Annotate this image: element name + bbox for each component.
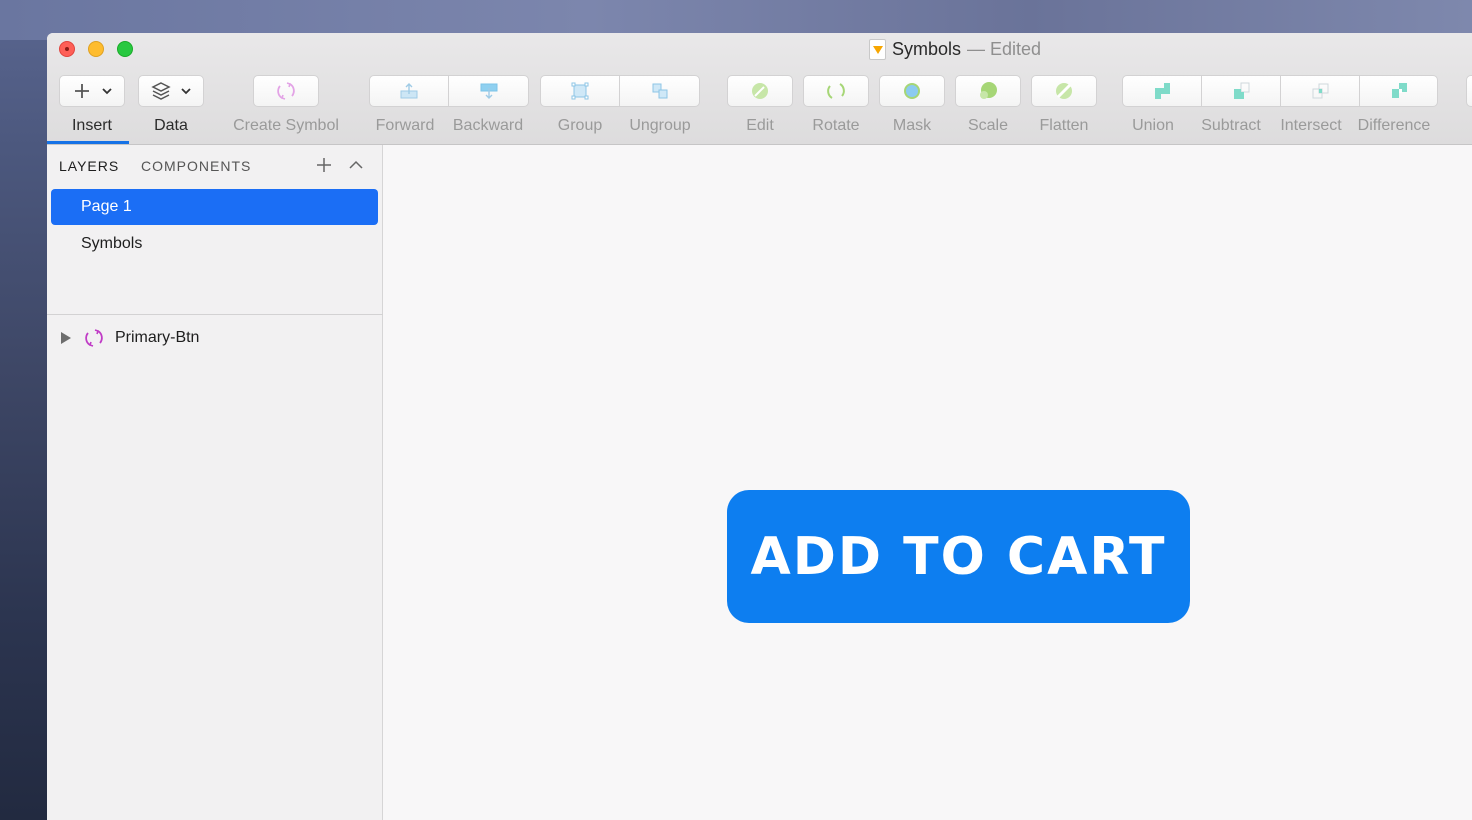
group-label: Group bbox=[557, 117, 603, 134]
intersect-label: Intersect bbox=[1280, 117, 1342, 134]
overflow-tool[interactable] bbox=[1466, 75, 1472, 145]
forward-button[interactable] bbox=[369, 75, 449, 107]
edit-button[interactable] bbox=[727, 75, 793, 107]
intersect-button[interactable] bbox=[1280, 75, 1360, 107]
document-name: Symbols bbox=[892, 38, 962, 59]
insert-button[interactable] bbox=[59, 75, 125, 107]
difference-label: Difference bbox=[1357, 117, 1431, 134]
boolean-tools: Union Subtract Intersect Difference bbox=[1122, 75, 1438, 145]
ungroup-icon bbox=[652, 83, 667, 99]
symbol-icon bbox=[85, 329, 103, 347]
mask-label: Mask bbox=[892, 117, 932, 134]
scale-icon bbox=[980, 82, 997, 99]
overflow-button[interactable] bbox=[1466, 75, 1472, 107]
union-icon bbox=[1155, 83, 1170, 99]
layers-sidebar: LAYERS COMPONENTS Page 1 Symbols Primary… bbox=[47, 145, 383, 820]
symbol-icon bbox=[277, 82, 295, 100]
insert-active-indicator bbox=[47, 141, 129, 144]
add-to-cart-text: ADD TO CART bbox=[750, 526, 1167, 587]
edit-tool[interactable]: Edit bbox=[727, 75, 793, 145]
create-symbol-button[interactable] bbox=[253, 75, 319, 107]
tab-components[interactable]: COMPONENTS bbox=[141, 158, 251, 174]
scale-label: Scale bbox=[967, 117, 1009, 134]
mask-tool[interactable]: Mask bbox=[879, 75, 945, 145]
backward-label: Backward bbox=[452, 117, 524, 134]
create-symbol-tool[interactable]: Create Symbol bbox=[229, 75, 343, 145]
data-tool[interactable]: Data bbox=[138, 75, 204, 145]
app-window: Symbols — Edited Insert Data Create Symb… bbox=[47, 33, 1472, 820]
rotate-button[interactable] bbox=[803, 75, 869, 107]
subtract-label: Subtract bbox=[1201, 117, 1261, 134]
flatten-label: Flatten bbox=[1039, 117, 1089, 134]
subtract-icon bbox=[1234, 82, 1250, 99]
ungroup-label: Ungroup bbox=[629, 117, 691, 134]
tab-layers[interactable]: LAYERS bbox=[59, 158, 119, 174]
data-label: Data bbox=[154, 117, 188, 134]
sketch-document-icon bbox=[869, 38, 886, 60]
difference-icon bbox=[1391, 83, 1407, 98]
subtract-button[interactable] bbox=[1201, 75, 1281, 107]
intersect-icon bbox=[1312, 83, 1329, 99]
edit-path-icon bbox=[752, 83, 768, 99]
data-button[interactable] bbox=[138, 75, 204, 107]
design-canvas[interactable]: ADD TO CART bbox=[383, 145, 1472, 820]
chevron-down-icon bbox=[102, 88, 112, 95]
add-page-icon[interactable] bbox=[314, 155, 334, 175]
scale-button[interactable] bbox=[955, 75, 1021, 107]
close-window-button[interactable] bbox=[59, 41, 75, 57]
rotate-tool[interactable]: Rotate bbox=[803, 75, 869, 145]
rotate-icon bbox=[827, 83, 845, 99]
scale-tool[interactable]: Scale bbox=[955, 75, 1021, 145]
page-item-page-1[interactable]: Page 1 bbox=[51, 189, 378, 225]
insert-label: Insert bbox=[71, 117, 112, 134]
union-button[interactable] bbox=[1122, 75, 1202, 107]
plus-icon bbox=[75, 84, 89, 98]
flatten-icon bbox=[1056, 83, 1072, 99]
edit-label: Edit bbox=[746, 117, 774, 134]
minimize-window-button[interactable] bbox=[88, 41, 104, 57]
add-to-cart-symbol[interactable]: ADD TO CART bbox=[727, 490, 1190, 623]
insert-tool[interactable]: Insert bbox=[59, 75, 125, 145]
disclosure-triangle-icon[interactable] bbox=[61, 332, 71, 344]
pages-layers-divider bbox=[47, 314, 383, 315]
mask-button[interactable] bbox=[879, 75, 945, 107]
mask-icon bbox=[904, 83, 920, 99]
layer-name: Primary-Btn bbox=[115, 329, 200, 346]
forward-label: Forward bbox=[375, 117, 435, 134]
create-symbol-label: Create Symbol bbox=[233, 117, 339, 134]
ungroup-button[interactable] bbox=[619, 75, 700, 107]
window-title: Symbols — Edited bbox=[869, 38, 1041, 60]
group-tools: Group Ungroup bbox=[540, 75, 700, 145]
flatten-tool[interactable]: Flatten bbox=[1031, 75, 1097, 145]
union-label: Union bbox=[1132, 117, 1174, 134]
layers-stack-icon bbox=[151, 82, 171, 100]
page-item-symbols[interactable]: Symbols bbox=[51, 226, 378, 262]
group-button[interactable] bbox=[540, 75, 620, 107]
rotate-label: Rotate bbox=[812, 117, 860, 134]
backward-button[interactable] bbox=[448, 75, 529, 107]
page-list: Page 1 Symbols bbox=[51, 189, 378, 263]
arrange-group: Forward Backward bbox=[369, 75, 529, 145]
send-backward-icon bbox=[480, 83, 497, 99]
chevron-down-icon bbox=[181, 88, 191, 95]
group-icon bbox=[571, 82, 589, 100]
edited-status: — Edited bbox=[967, 38, 1042, 59]
difference-button[interactable] bbox=[1359, 75, 1438, 107]
collapse-pages-icon[interactable] bbox=[346, 155, 366, 175]
zoom-window-button[interactable] bbox=[117, 41, 133, 57]
layer-row[interactable]: Primary-Btn bbox=[47, 323, 383, 353]
bring-forward-icon bbox=[400, 83, 418, 99]
title-toolbar: Symbols — Edited Insert Data Create Symb… bbox=[47, 33, 1472, 145]
flatten-button[interactable] bbox=[1031, 75, 1097, 107]
